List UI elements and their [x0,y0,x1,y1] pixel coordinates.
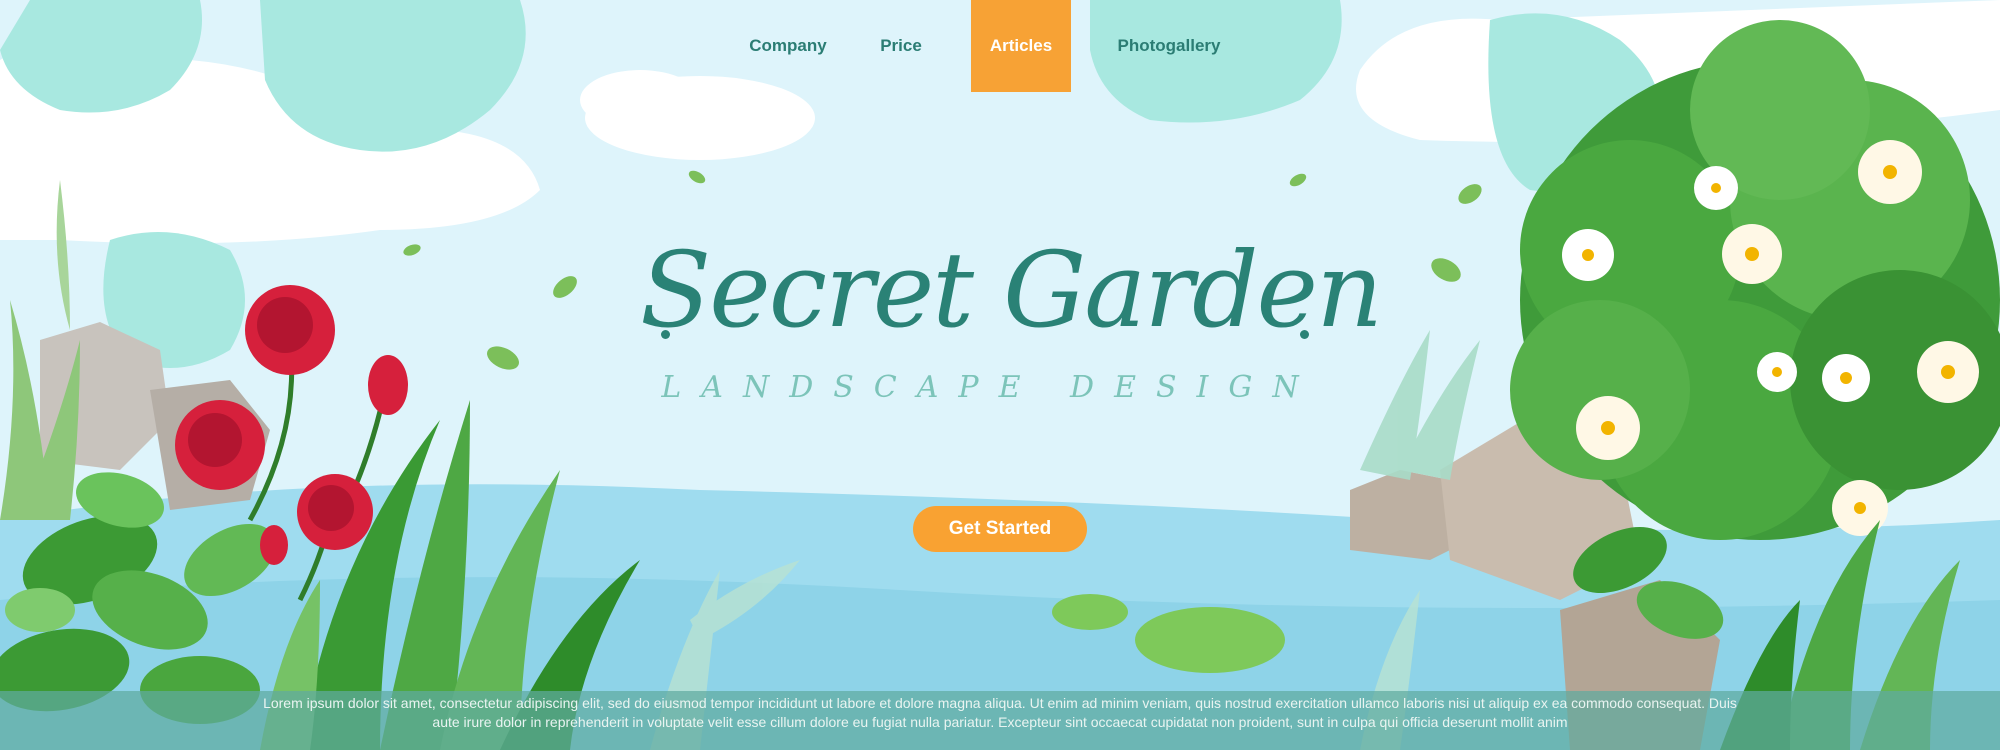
footer-text: Lorem ipsum dolor sit amet, consectetur … [263,695,1737,730]
nav-price[interactable]: Price [863,0,939,92]
nav-photogallery[interactable]: Photogallery [1104,0,1234,92]
get-started-button[interactable]: Get Started [913,506,1087,552]
hero-subtitle: LANDSCAPE DESIGN [661,370,1319,405]
top-navigation: Company Price Articles Photogallery [0,0,2000,92]
nav-articles[interactable]: Articles [971,0,1071,92]
nav-company[interactable]: Company [738,0,838,92]
hero-title: Secret Garden [640,229,1383,351]
footer-bar: Lorem ipsum dolor sit amet, consectetur … [0,691,2000,750]
title-right-dot [1300,330,1309,339]
